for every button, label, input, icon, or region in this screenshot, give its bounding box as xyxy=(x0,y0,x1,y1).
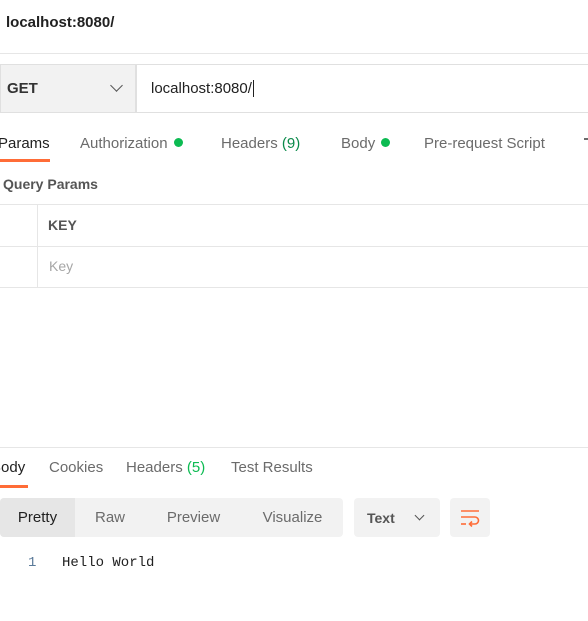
view-mode-toggle: Pretty Raw Preview Visualize xyxy=(0,498,343,537)
response-tab-body[interactable]: Body xyxy=(0,459,25,476)
tab-headers[interactable]: Headers (9) xyxy=(221,135,300,152)
view-pretty[interactable]: Pretty xyxy=(0,498,75,537)
url-value: localhost:8080/ xyxy=(151,80,252,97)
tab-label: Headers xyxy=(221,135,278,152)
headers-count: (9) xyxy=(281,135,301,152)
query-params-title: Query Params xyxy=(3,176,98,192)
tab-authorization[interactable]: Authorization xyxy=(80,135,183,152)
method-select[interactable]: GET xyxy=(0,64,136,113)
table-border xyxy=(0,204,588,205)
tab-label: Pre-request Script xyxy=(424,135,545,152)
tab-truncated[interactable] xyxy=(584,138,588,140)
table-column-divider xyxy=(37,204,38,288)
tab-label: Body xyxy=(341,135,376,152)
response-tab-headers[interactable]: Headers (5) xyxy=(126,459,205,476)
url-input[interactable]: localhost:8080/ xyxy=(136,64,588,113)
response-body-line: Hello World xyxy=(62,555,155,571)
line-number: 1 xyxy=(28,555,37,571)
view-preview[interactable]: Preview xyxy=(145,498,242,537)
key-column-header: KEY xyxy=(48,217,77,233)
active-tab-indicator xyxy=(0,485,28,488)
table-border xyxy=(0,287,588,288)
response-tab-cookies[interactable]: Cookies xyxy=(49,459,103,476)
tab-body[interactable]: Body xyxy=(341,135,391,152)
response-tab-test-results[interactable]: Test Results xyxy=(231,459,313,476)
status-dot-icon xyxy=(381,138,391,147)
tab-label: Authorization xyxy=(80,135,168,152)
text-cursor xyxy=(252,80,254,97)
active-tab-indicator xyxy=(0,159,50,162)
format-label: Text xyxy=(367,509,395,526)
format-select[interactable]: Text xyxy=(354,498,440,537)
tab-params[interactable]: Params xyxy=(0,135,50,152)
status-dot-icon xyxy=(173,138,183,147)
view-raw[interactable]: Raw xyxy=(75,498,145,537)
tab-pre-request-script[interactable]: Pre-request Script xyxy=(424,135,545,152)
tab-label: Params xyxy=(0,135,50,152)
method-label: GET xyxy=(7,80,38,97)
wrap-lines-button[interactable] xyxy=(450,498,490,537)
view-visualize[interactable]: Visualize xyxy=(242,498,343,537)
tab-label: Headers xyxy=(126,459,183,476)
chevron-down-icon xyxy=(414,510,425,521)
wrap-lines-icon xyxy=(461,509,480,527)
key-input[interactable]: Key xyxy=(49,258,73,274)
divider xyxy=(0,53,588,54)
table-border xyxy=(0,246,588,247)
headers-count: (5) xyxy=(186,459,206,476)
response-divider xyxy=(0,447,588,448)
request-title: localhost:8080/ xyxy=(6,14,115,31)
chevron-down-icon xyxy=(110,79,123,92)
